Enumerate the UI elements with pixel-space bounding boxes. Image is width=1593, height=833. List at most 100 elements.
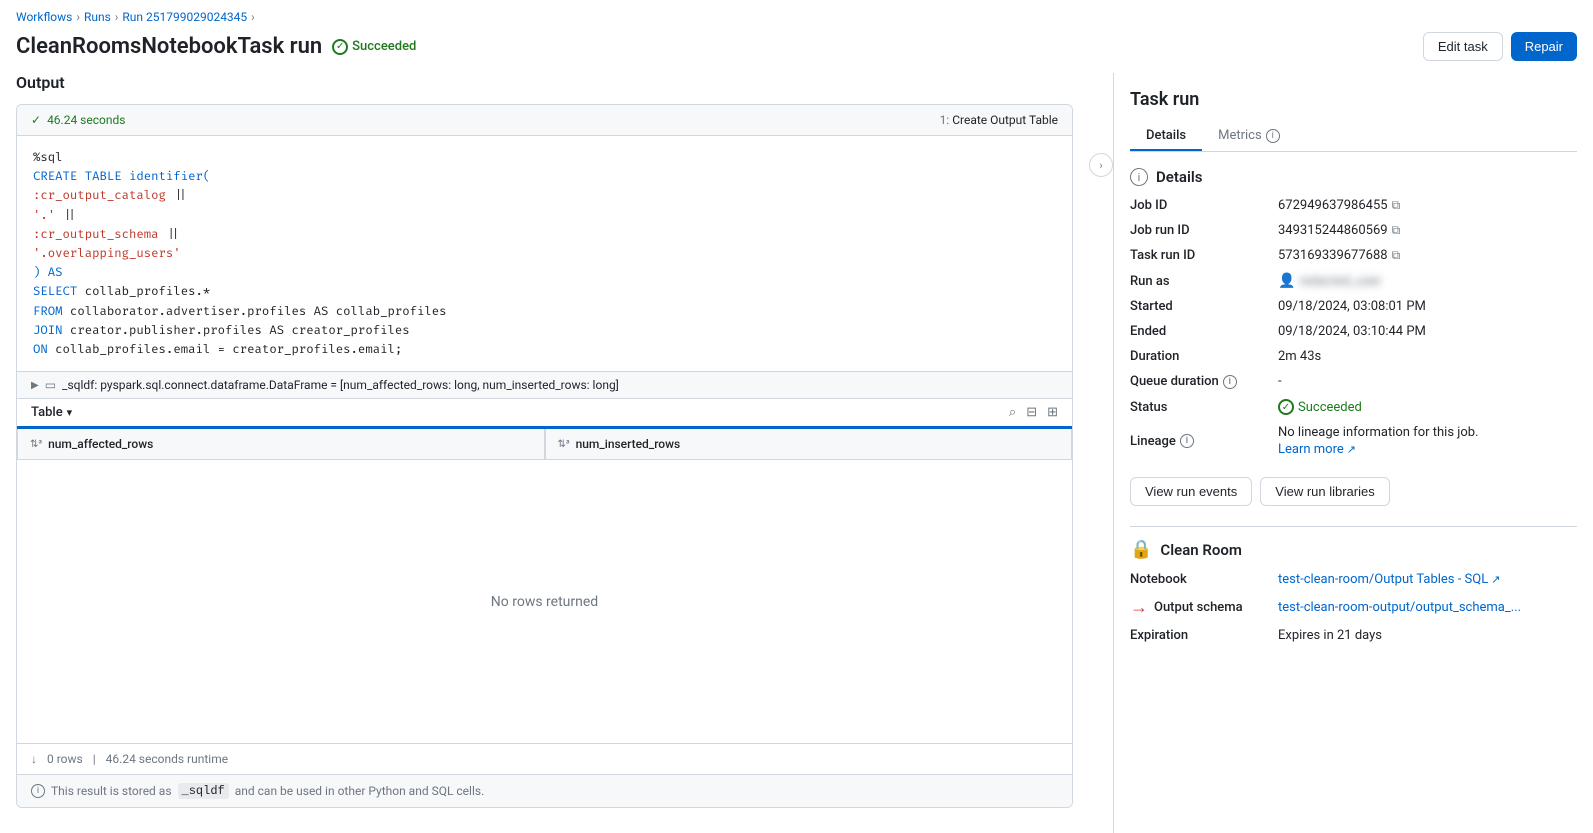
- job-run-id-label: Job run ID: [1130, 223, 1270, 238]
- code-line-2: CREATE TABLE identifier(: [33, 167, 1056, 186]
- started-label: Started: [1130, 299, 1270, 314]
- status-badge: Succeeded: [332, 39, 416, 55]
- queue-duration-label: Queue duration i: [1130, 374, 1270, 389]
- sql-output-text: _sqldf: pyspark.sql.connect.dataframe.Da…: [62, 378, 619, 392]
- lineage-info-icon: i: [1180, 434, 1194, 448]
- search-icon[interactable]: ⌕: [1009, 405, 1016, 420]
- breadcrumb-workflows[interactable]: Workflows: [16, 10, 72, 24]
- ended-label: Ended: [1130, 324, 1270, 339]
- output-panel: Output ✓ 46.24 seconds 1: Create Output …: [0, 73, 1089, 833]
- code-line-9: FROM collaborator.advertiser.profiles AS…: [33, 302, 1056, 321]
- table-wrapper: ⇅³ num_affected_rows ⇅³ num_inserted_row…: [17, 426, 1072, 743]
- dataframe-icon: ▭: [45, 378, 56, 392]
- panel-toggle: ›: [1089, 73, 1113, 833]
- code-line-5: :cr_output_schema ||: [33, 225, 1056, 244]
- columns-icon[interactable]: ⊞: [1047, 405, 1058, 420]
- job-run-id-value: 349315244860569 ⧉: [1278, 223, 1577, 238]
- notebook-external-link-icon: ↗: [1491, 573, 1500, 586]
- code-line-4: '.' ||: [33, 206, 1056, 225]
- task-run-title: Task run: [1130, 89, 1577, 110]
- output-schema-link[interactable]: test-clean-room-output/output_schema_...: [1278, 600, 1521, 615]
- copy-job-run-id-icon[interactable]: ⧉: [1392, 223, 1401, 238]
- copy-task-run-id-icon[interactable]: ⧉: [1392, 248, 1401, 263]
- details-section-title: Details: [1156, 168, 1202, 186]
- task-run-id-label: Task run ID: [1130, 248, 1270, 263]
- duration: 46.24 seconds: [47, 113, 125, 127]
- notebook-value: test-clean-room/Output Tables - SQL ↗: [1278, 572, 1577, 587]
- queue-duration-value: -: [1278, 374, 1577, 389]
- details-info-icon: i: [1130, 168, 1148, 186]
- details-section: i Details Job ID 672949637986455 ⧉ Job r…: [1130, 168, 1577, 506]
- code-line-7: ) AS: [33, 263, 1056, 282]
- code-line-10: JOIN creator.publisher.profiles AS creat…: [33, 321, 1056, 340]
- toggle-button[interactable]: ›: [1089, 153, 1113, 177]
- notebook-label: Notebook: [1130, 572, 1270, 587]
- expiration-label: Expiration: [1130, 628, 1270, 643]
- duration-label: Duration: [1130, 349, 1270, 364]
- job-id-value: 672949637986455 ⧉: [1278, 198, 1577, 213]
- task-run-id-value: 573169339677688 ⧉: [1278, 248, 1577, 263]
- table-type-selector[interactable]: Table ▾: [31, 405, 72, 420]
- run-as-value: 👤 redacted_user: [1278, 273, 1577, 289]
- breadcrumb-sep-1: ›: [76, 10, 80, 24]
- output-schema-value: test-clean-room-output/output_schema_...: [1278, 597, 1577, 618]
- info-prefix: This result is stored as: [51, 784, 172, 798]
- table-label: Table: [31, 405, 63, 420]
- output-title: Output: [16, 73, 1073, 92]
- tabs-bar: Details Metrics i: [1130, 122, 1577, 152]
- status-success-icon: ✓: [1278, 399, 1294, 415]
- lock-icon: 🔒: [1130, 539, 1152, 560]
- queue-info-icon: i: [1223, 375, 1237, 389]
- clean-room-section: 🔒 Clean Room Notebook test-clean-room/Ou…: [1130, 539, 1577, 643]
- col-header-num-inserted-rows: ⇅³ num_inserted_rows: [545, 429, 1073, 460]
- breadcrumb-run-id[interactable]: Run 251799029024345: [122, 10, 247, 24]
- lineage-label: Lineage i: [1130, 425, 1270, 457]
- edit-task-button[interactable]: Edit task: [1423, 32, 1503, 61]
- expiration-value: Expires in 21 days: [1278, 628, 1577, 643]
- metrics-info-icon: i: [1266, 129, 1280, 143]
- col-type-icon-2: ⇅³: [558, 439, 570, 450]
- step-number: 1:: [940, 113, 950, 127]
- right-panel: Task run Details Metrics i i Details Job…: [1113, 73, 1593, 833]
- breadcrumb-runs[interactable]: Runs: [84, 10, 111, 24]
- started-value: 09/18/2024, 03:08:01 PM: [1278, 299, 1577, 314]
- footer-bar: ↓ 0 rows | 46.24 seconds runtime: [17, 743, 1072, 774]
- breadcrumb-sep-2: ›: [115, 10, 119, 24]
- download-icon[interactable]: ↓: [31, 752, 37, 766]
- view-run-events-button[interactable]: View run events: [1130, 477, 1252, 506]
- code-body: %sql CREATE TABLE identifier( :cr_output…: [17, 136, 1072, 371]
- lineage-learn-more-link[interactable]: Learn more ↗: [1278, 442, 1356, 457]
- code-line-11: ON collab_profiles.email = creator_profi…: [33, 340, 1056, 359]
- repair-button[interactable]: Repair: [1511, 32, 1577, 61]
- expand-arrow-icon: ▶: [31, 380, 39, 391]
- info-code: _sqldf: [178, 783, 229, 799]
- status-value: ✓ Succeeded: [1278, 399, 1577, 415]
- info-suffix: and can be used in other Python and SQL …: [235, 784, 485, 798]
- code-line-6: '.overlapping_users': [33, 244, 1056, 263]
- view-run-libraries-button[interactable]: View run libraries: [1260, 477, 1389, 506]
- footer-sep: |: [93, 752, 96, 766]
- run-as-label: Run as: [1130, 273, 1270, 289]
- red-arrow-icon: →: [1130, 597, 1148, 618]
- action-buttons: View run events View run libraries: [1130, 477, 1577, 506]
- duration-value: 2m 43s: [1278, 349, 1577, 364]
- title-row: CleanRoomsNotebookTask run Succeeded Edi…: [0, 28, 1593, 73]
- breadcrumb-sep-3: ›: [251, 10, 255, 24]
- col-header-num-affected-rows: ⇅³ num_affected_rows: [17, 429, 545, 460]
- tab-details[interactable]: Details: [1130, 122, 1202, 151]
- no-rows-area: No rows returned: [17, 460, 1072, 743]
- status-check-icon: [332, 39, 348, 55]
- filter-icon[interactable]: ⊟: [1026, 405, 1037, 420]
- page-title: CleanRoomsNotebookTask run: [16, 34, 322, 59]
- copy-job-id-icon[interactable]: ⧉: [1392, 198, 1401, 213]
- notebook-link[interactable]: test-clean-room/Output Tables - SQL ↗: [1278, 572, 1500, 587]
- person-icon: 👤: [1278, 273, 1295, 289]
- sql-output-bar[interactable]: ▶ ▭ _sqldf: pyspark.sql.connect.datafram…: [17, 371, 1072, 398]
- tab-metrics[interactable]: Metrics i: [1202, 122, 1296, 151]
- breadcrumb: Workflows › Runs › Run 251799029024345 ›: [0, 0, 1593, 28]
- info-bar: i This result is stored as _sqldf and ca…: [17, 774, 1072, 807]
- code-header: ✓ 46.24 seconds 1: Create Output Table: [17, 105, 1072, 136]
- info-circle-icon: i: [31, 784, 45, 798]
- code-output-container: ✓ 46.24 seconds 1: Create Output Table %…: [16, 104, 1073, 808]
- table-toolbar: Table ▾ ⌕ ⊟ ⊞: [17, 398, 1072, 426]
